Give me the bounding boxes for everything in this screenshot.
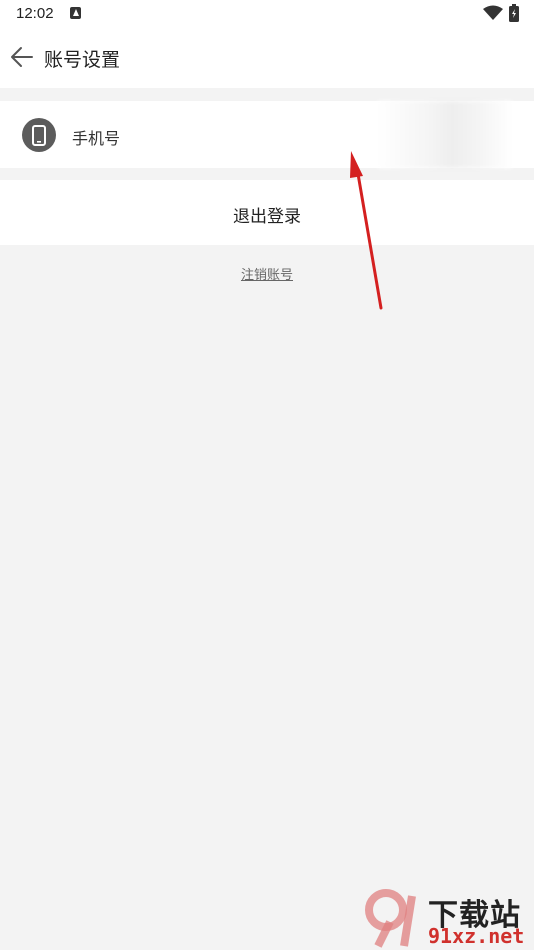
watermark-domain: 91xz.net bbox=[428, 924, 525, 948]
status-time: 12:02 bbox=[16, 5, 54, 22]
android-a-icon bbox=[70, 7, 81, 19]
phone-icon bbox=[22, 118, 56, 152]
phone-number-value-blurred bbox=[378, 101, 512, 168]
phone-number-label: 手机号 bbox=[72, 131, 121, 148]
logout-label: 退出登录 bbox=[233, 207, 301, 226]
app-bar: 账号设置 bbox=[0, 28, 534, 88]
logout-button[interactable]: 退出登录 bbox=[0, 180, 534, 245]
back-arrow-icon[interactable] bbox=[10, 46, 34, 68]
watermark: 下载站 91xz.net bbox=[364, 888, 534, 948]
page-title: 账号设置 bbox=[44, 50, 121, 71]
wifi-icon bbox=[483, 5, 503, 20]
cancel-account-link[interactable]: 注销账号 bbox=[0, 264, 534, 283]
phone-number-row[interactable]: 手机号 bbox=[0, 101, 534, 168]
watermark-logo-icon bbox=[365, 889, 416, 948]
status-bar: 12:02 bbox=[0, 0, 534, 28]
battery-icon bbox=[509, 4, 519, 22]
